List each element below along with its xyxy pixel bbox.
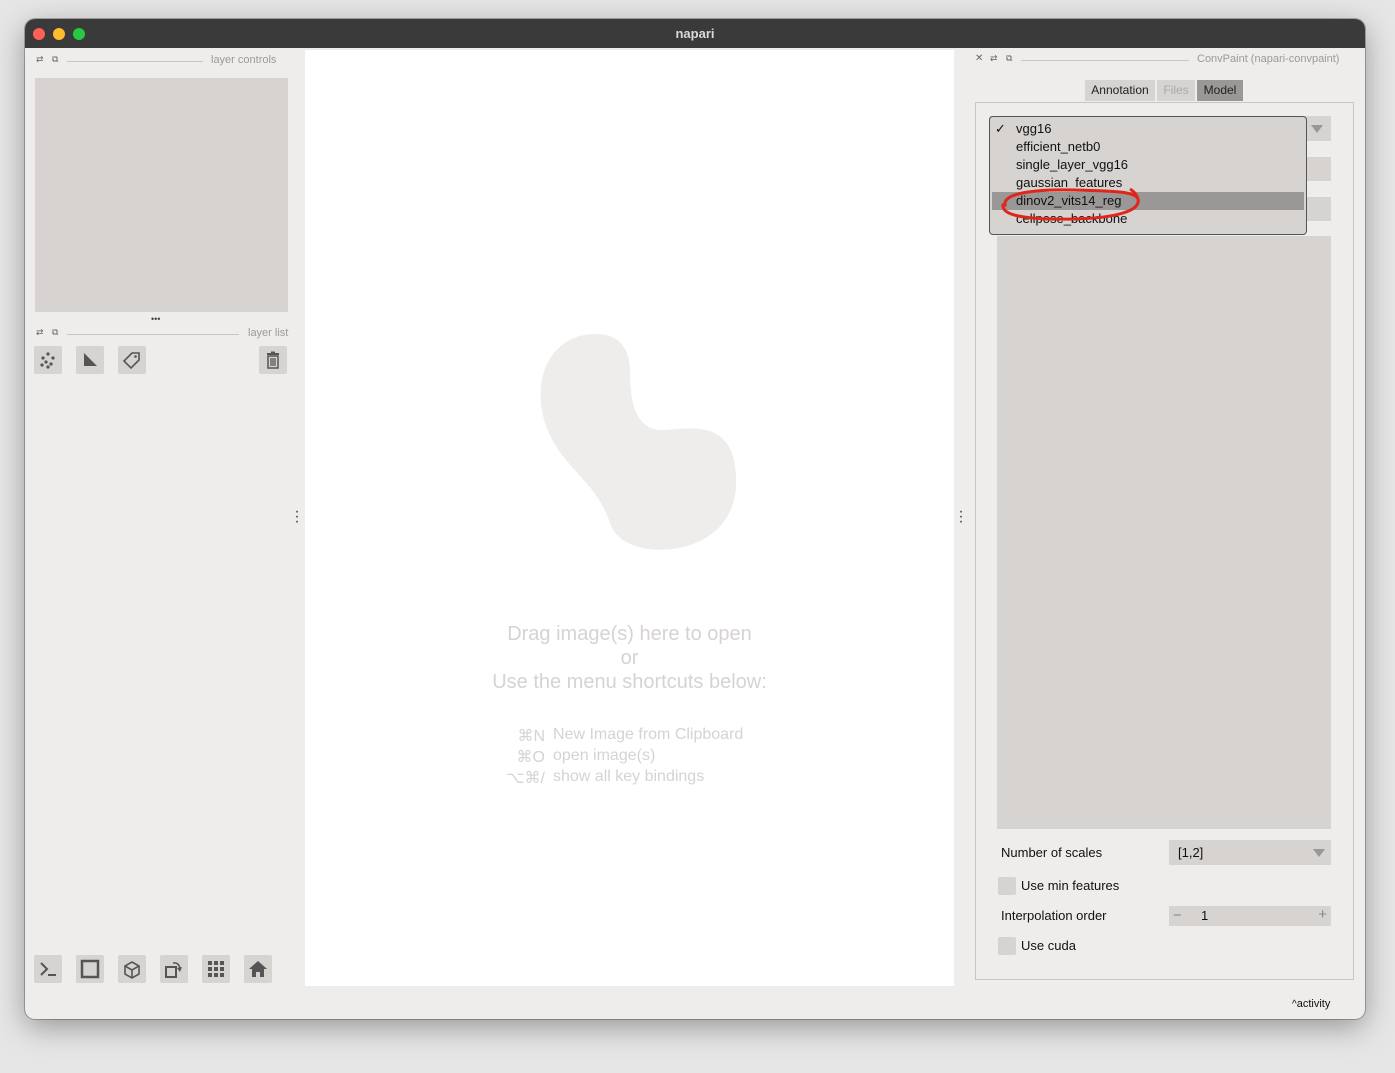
chevron-down-icon (1311, 125, 1323, 133)
console-button[interactable] (34, 955, 62, 983)
header-rule (1021, 60, 1189, 61)
roll-dimensions-button[interactable] (118, 955, 146, 983)
tab-files[interactable]: Files (1157, 80, 1195, 101)
undock-icon[interactable]: ⧉ (52, 54, 58, 65)
use-min-features-label: Use min features (1021, 878, 1120, 893)
left-splitter-handle[interactable]: · · · (294, 504, 300, 530)
new-shapes-layer-button[interactable] (76, 346, 104, 374)
shortcut-key: ⌘O (516, 749, 545, 766)
ndisplay-button[interactable] (76, 955, 104, 983)
activity-label: activity (1296, 998, 1331, 1010)
use-cuda-label: Use cuda (1021, 938, 1076, 953)
option-label: single_layer_vgg16 (1016, 157, 1129, 172)
new-points-layer-button[interactable] (34, 346, 62, 374)
option-label: vgg16 (1016, 121, 1052, 136)
layer-controls-header: ⇄ ⧉ layer controls (35, 54, 285, 68)
header-rule (67, 334, 239, 335)
title-bar: napari (25, 19, 1365, 48)
float-icon[interactable]: ⇄ (990, 53, 998, 64)
tab-annotation[interactable]: Annotation (1085, 80, 1155, 101)
shortcut-text: open image(s) (553, 747, 656, 764)
grid-icon (208, 961, 224, 977)
float-icon[interactable]: ⇄ (36, 327, 44, 338)
shortcut-text: New Image from Clipboard (553, 726, 744, 743)
interpolation-order-label: Interpolation order (1001, 908, 1107, 923)
increment-button[interactable]: + (1318, 906, 1327, 923)
number-of-scales-value: [1,2] (1178, 845, 1204, 860)
napari-window: napari ⇄ ⧉ layer controls ••• ⇄ ⧉ layer … (25, 19, 1365, 1019)
model-option[interactable]: single_layer_vgg16 (990, 156, 1306, 174)
grid-view-button[interactable] (202, 955, 230, 983)
welcome-line-1: Drag image(s) here to open (507, 623, 752, 645)
right-splitter-handle[interactable]: · · · (958, 504, 964, 530)
use-cuda-checkbox[interactable] (998, 937, 1016, 955)
console-icon (40, 962, 56, 976)
shortcut-key: ⌥⌘/ (506, 770, 545, 787)
layer-selection-list[interactable] (997, 236, 1331, 829)
option-label: efficient_netb0 (1016, 139, 1101, 154)
model-option[interactable]: efficient_netb0 (990, 138, 1306, 156)
layer-controls-area (35, 78, 288, 312)
interpolation-order-value: 1 (1201, 908, 1209, 923)
chevron-down-icon (1313, 849, 1325, 857)
plugin-title: ConvPaint (napari-convpaint) (1197, 53, 1340, 65)
window-title: napari (675, 26, 715, 41)
tab-model[interactable]: Model (1197, 80, 1243, 101)
number-of-scales-label: Number of scales (1001, 845, 1103, 860)
decrement-button[interactable]: − (1173, 907, 1182, 924)
transpose-button[interactable] (160, 955, 188, 983)
float-icon[interactable]: ⇄ (36, 54, 44, 65)
use-min-features-checkbox[interactable] (998, 877, 1016, 895)
number-of-scales-combo[interactable]: [1,2] (1169, 840, 1331, 865)
header-rule (67, 61, 203, 62)
napari-logo-icon (540, 334, 737, 550)
model-option[interactable]: ✓ vgg16 (990, 120, 1306, 138)
3d-cube-icon (124, 961, 140, 979)
dock-resize-handle[interactable]: ••• (151, 314, 160, 324)
activity-toggle[interactable]: ^activity (1292, 998, 1330, 1010)
new-labels-layer-button[interactable] (118, 346, 146, 374)
trash-icon (267, 351, 279, 369)
plugin-dock-header: ✕ ⇄ ⧉ ConvPaint (napari-convpaint) (975, 53, 1353, 67)
layer-controls-title: layer controls (211, 54, 277, 66)
welcome-line-2: or (620, 647, 639, 669)
check-icon: ✓ (995, 121, 1006, 136)
points-icon (40, 352, 55, 369)
red-annotation-circle (1001, 187, 1140, 221)
home-button[interactable] (244, 955, 272, 983)
shapes-icon (84, 353, 97, 366)
undock-icon[interactable]: ⧉ (1006, 53, 1012, 64)
interpolation-order-spinbox[interactable]: − 1 + (1169, 906, 1331, 926)
close-dock-icon[interactable]: ✕ (975, 53, 983, 64)
labels-icon (122, 352, 140, 370)
delete-layer-button[interactable] (259, 346, 287, 374)
home-icon (249, 961, 267, 977)
viewer-canvas[interactable]: Drag image(s) here to open or Use the me… (305, 50, 954, 986)
layer-list-title: layer list (248, 327, 289, 339)
shortcut-key: ⌘N (517, 728, 545, 745)
roll-icon (165, 962, 182, 978)
shortcut-text: show all key bindings (553, 768, 705, 785)
ndisplay-square-icon (80, 959, 100, 979)
layer-list-header: ⇄ ⧉ layer list (35, 327, 289, 341)
undock-icon[interactable]: ⧉ (52, 327, 58, 338)
welcome-line-3: Use the menu shortcuts below: (492, 671, 767, 693)
